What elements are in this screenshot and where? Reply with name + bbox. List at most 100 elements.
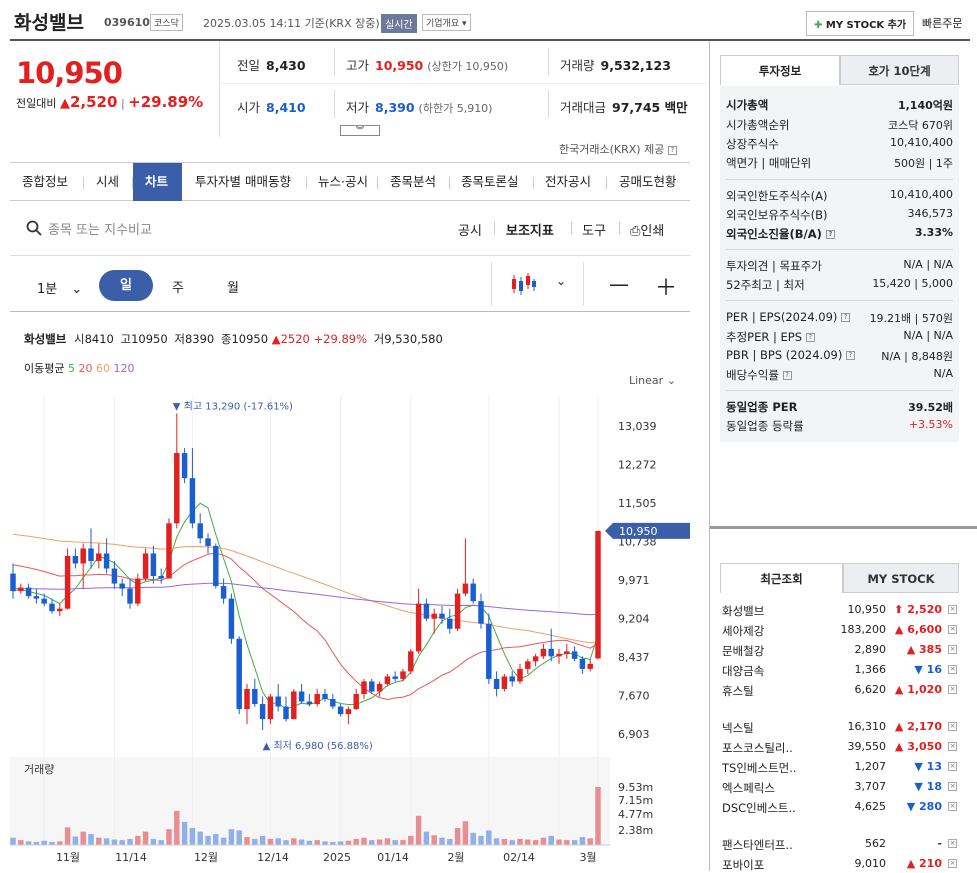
volume-bar — [415, 815, 422, 845]
zoom-out-icon[interactable]: — — [609, 272, 629, 296]
tab-invest-info[interactable]: 투자정보 — [720, 55, 840, 85]
search-icon[interactable] — [26, 220, 42, 236]
tab-discussion[interactable]: 종목토론실 — [449, 163, 531, 201]
close-icon[interactable]: × — [948, 802, 957, 811]
expand-quote-button[interactable]: ︾ — [340, 125, 380, 136]
corp-overview-dropdown[interactable]: 기업개요 ▾ — [422, 14, 471, 31]
volume-bar — [111, 839, 118, 845]
recent-item[interactable]: 팬스타엔터프.. 562 - × — [722, 837, 958, 853]
chevron-down-icon[interactable]: ⌄ — [556, 274, 566, 288]
period-month-button[interactable]: 월 — [227, 277, 239, 296]
price-chart[interactable]: 13,03912,27211,50510,7389,9719,2048,4377… — [0, 395, 700, 871]
compare-search-input[interactable]: 종목 또는 지수비교 — [48, 219, 152, 238]
recent-item[interactable]: 포스코스틸리.. 39,550 ▲ 3,050 × — [722, 740, 958, 756]
help-icon[interactable]: ? — [825, 230, 835, 239]
recent-item-price: 3,707 — [854, 780, 887, 793]
volume-bar — [337, 841, 344, 845]
tools-button[interactable]: 도구 — [582, 220, 606, 239]
y-tick-label: 8,437 — [618, 651, 650, 664]
tab-analysis[interactable]: 종목분석 — [378, 163, 448, 201]
chevron-down-icon: ⌄ — [666, 374, 676, 387]
candle-up — [96, 553, 102, 561]
volume-bar — [197, 831, 203, 845]
close-icon[interactable]: × — [948, 605, 957, 614]
recent-item[interactable]: DSC인베스트.. 4,625 ▼ 280 × — [722, 800, 958, 816]
volume-bar — [322, 841, 328, 845]
close-icon[interactable]: × — [948, 762, 957, 771]
close-icon[interactable]: × — [948, 665, 957, 674]
recent-item[interactable]: 휴스틸 6,620 ▲ 1,020 × — [722, 683, 958, 699]
close-icon[interactable]: × — [948, 625, 957, 634]
quote-divider — [548, 48, 549, 76]
close-icon[interactable]: × — [948, 782, 957, 791]
recent-item[interactable]: 넥스틸 16,310 ▲ 2,170 × — [722, 720, 958, 736]
zoom-in-icon[interactable]: ＋ — [655, 270, 677, 302]
pbr-bps-row: PBR | BPS (2024.09) ? N/A | 8,848원 — [726, 348, 953, 363]
candle-down — [571, 651, 578, 659]
volume-bar — [517, 838, 523, 845]
tab-disclosure[interactable]: 전자공시 — [533, 163, 603, 201]
volume-bar — [540, 837, 547, 845]
period-day-button[interactable]: 일 — [99, 270, 153, 301]
recent-item-change: ▲ 2,170 — [894, 720, 942, 733]
recent-item[interactable]: TS인베스트먼.. 1,207 ▼ 13 × — [722, 760, 958, 776]
volume-bar — [181, 821, 188, 845]
close-icon[interactable]: × — [948, 722, 957, 731]
volume-bar — [166, 829, 172, 845]
recent-item-price: 2,890 — [854, 643, 887, 656]
help-icon[interactable]: ? — [782, 371, 792, 380]
recent-item[interactable]: 화성밸브 10,950 ⬆ 2,520 × — [722, 603, 958, 619]
recent-item[interactable]: 엑스페릭스 3,707 ▼ 18 × — [722, 780, 958, 796]
close-icon[interactable]: × — [948, 685, 957, 694]
period-week-button[interactable]: 주 — [172, 277, 184, 296]
recent-item[interactable]: 세아제강 183,200 ▲ 6,600 × — [722, 623, 958, 639]
volume-bar — [462, 821, 469, 845]
candle-up — [80, 548, 86, 564]
close-icon[interactable]: × — [948, 859, 957, 868]
foreign-holding-row: 외국인보유주식수(B) 346,573 — [726, 207, 953, 222]
low-price: 저가 8,390 (하한가 5,910) — [346, 100, 493, 115]
y-tick-label: 11,505 — [618, 497, 657, 510]
volume-bar — [158, 840, 164, 845]
interval-dropdown[interactable]: 1분 ⌄ — [37, 278, 82, 297]
volume-bar — [525, 839, 531, 845]
close-icon[interactable]: × — [948, 645, 957, 654]
volume-bar — [501, 838, 508, 845]
volume-bar — [41, 840, 47, 845]
recent-item-change: ▼ 16 — [914, 663, 942, 676]
tab-recent[interactable]: 최근조회 — [720, 563, 843, 593]
tab-price[interactable]: 시세 — [84, 163, 131, 201]
tab-investor-trend[interactable]: 투자자별 매매동향 — [183, 163, 303, 201]
help-icon[interactable]: ? — [845, 351, 855, 360]
tab-news[interactable]: 뉴스·공시 — [306, 163, 380, 201]
recent-item[interactable]: 문배철강 2,890 ▲ 385 × — [722, 643, 958, 659]
moving-average-legend[interactable]: 이동평균 5 20 60 120 — [24, 360, 134, 376]
volume-bar — [57, 841, 63, 845]
add-mystock-button[interactable]: ✚ MY STOCK 추가 — [806, 11, 915, 36]
tool-divider — [494, 222, 495, 234]
x-tick-label: 12/14 — [257, 851, 289, 864]
dividend-row: 배당수익률 ? N/A — [726, 367, 953, 382]
tab-mystock[interactable]: MY STOCK — [843, 563, 959, 593]
tab-chart[interactable]: 차트 — [133, 163, 182, 201]
tab-short-selling[interactable]: 공매도현황 — [607, 163, 689, 201]
help-icon[interactable]: ? — [805, 333, 815, 342]
indicators-button[interactable]: 보조지표 — [506, 220, 554, 239]
recent-item[interactable]: 대양금속 1,366 ▼ 16 × — [722, 663, 958, 679]
scale-dropdown[interactable]: Linear ⌄ — [629, 374, 676, 387]
realtime-badge[interactable]: 실시간 — [381, 14, 417, 33]
close-icon[interactable]: × — [948, 839, 957, 848]
tab-overview[interactable]: 종합정보 — [10, 163, 80, 201]
help-icon[interactable]: ? — [667, 145, 677, 155]
close-icon[interactable]: × — [948, 742, 957, 751]
tab-hoga[interactable]: 호가 10단계 — [840, 55, 959, 85]
volume-tick-label: 4.77m — [618, 808, 653, 821]
candle-type-icon[interactable] — [510, 273, 536, 297]
help-icon[interactable]: ? — [841, 313, 851, 322]
quick-order-button[interactable]: 빠른주문 — [922, 15, 962, 31]
volume-bar — [532, 840, 539, 845]
y-tick-label: 13,039 — [618, 420, 657, 433]
volume-bar — [509, 840, 515, 845]
disclosure-toggle[interactable]: 공시 — [458, 220, 482, 239]
print-button[interactable]: ⎙인쇄 — [630, 220, 664, 239]
